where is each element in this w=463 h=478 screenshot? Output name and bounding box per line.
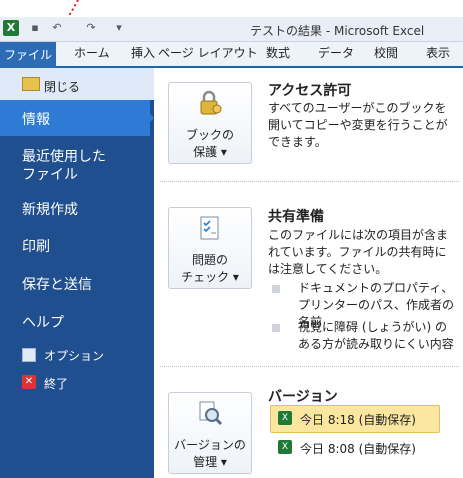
window-title: テストの結果 - Microsoft Excel — [250, 24, 425, 38]
permissions-title: アクセス許可 — [268, 83, 352, 99]
excel-app-icon[interactable]: X — [3, 20, 19, 36]
options-icon — [22, 348, 36, 362]
check-button-label-1: 問題の — [191, 253, 228, 267]
version-1[interactable]: 今日 8:18 (自動保存) — [300, 411, 416, 428]
nav-exit[interactable]: 終了 — [44, 375, 68, 392]
folder-icon — [22, 77, 40, 91]
magnifier-icon — [199, 401, 223, 426]
manage-versions-button[interactable]: バージョンの 管理 ▾ — [168, 392, 252, 474]
tab-insert[interactable]: 挿入 — [131, 44, 155, 61]
permissions-desc: すべてのユーザーがこのブックを開いてコピーや変更を行うことができます。 — [268, 101, 448, 149]
nav-save-send[interactable]: 保存と送信 — [22, 274, 92, 294]
bullet-square — [272, 324, 280, 332]
checklist-icon — [200, 216, 219, 240]
nav-options[interactable]: オプション — [44, 347, 104, 364]
nav-close[interactable]: 閉じる — [44, 78, 80, 95]
prepare-title: 共有準備 — [268, 209, 324, 225]
nav-recent-line1[interactable]: 最近使用した — [22, 146, 106, 166]
nav-print[interactable]: 印刷 — [22, 236, 50, 256]
tab-page-layout[interactable]: ページ レイアウト — [158, 44, 258, 61]
undo-icon[interactable]: ↶ — [50, 21, 64, 35]
tab-review[interactable]: 校閲 — [374, 44, 398, 61]
tab-home[interactable]: ホーム — [74, 44, 110, 61]
nav-new[interactable]: 新規作成 — [22, 199, 78, 219]
protect-workbook-button[interactable]: ブックの 保護 ▾ — [168, 82, 252, 164]
versions-button-label-2: 管理 ▾ — [193, 455, 227, 469]
redo-icon[interactable]: ↷ — [84, 21, 98, 35]
customize-qat-icon[interactable]: ▾ — [112, 21, 126, 35]
excel-file-icon: X — [278, 440, 292, 454]
tab-file[interactable]: ファイル — [0, 42, 56, 68]
nav-info[interactable]: 情報 — [22, 109, 50, 129]
prepare-bullet-2: 視覚に障碍 (しょうがい) のある方が読み取りにくい内容 — [298, 320, 454, 351]
excel-file-icon: X — [278, 411, 292, 425]
bullet-square — [272, 285, 280, 293]
version-2[interactable]: 今日 8:08 (自動保存) — [300, 440, 416, 457]
save-icon[interactable]: ▪ — [28, 21, 42, 35]
section-divider — [160, 366, 459, 367]
protect-button-label-2: 保護 ▾ — [193, 145, 227, 159]
lock-icon — [200, 90, 222, 115]
check-button-label-2: チェック ▾ — [181, 270, 239, 284]
prepare-desc: このファイルには次の項目が含まれています。ファイルの共有時には注意してください。 — [268, 228, 449, 276]
versions-title: バージョン — [268, 389, 338, 405]
nav-info-pointer — [144, 108, 154, 128]
exit-icon: ✕ — [22, 375, 36, 389]
versions-button-label-1: バージョンの — [174, 438, 246, 452]
check-issues-button[interactable]: 問題の チェック ▾ — [168, 207, 252, 289]
nav-recent-line2[interactable]: ファイル — [22, 164, 78, 184]
section-divider — [160, 181, 459, 182]
tab-view[interactable]: 表示 — [426, 44, 450, 61]
tab-formulas[interactable]: 数式 — [266, 44, 290, 61]
protect-button-label-1: ブックの — [185, 128, 234, 142]
nav-help[interactable]: ヘルプ — [22, 312, 64, 332]
tab-data[interactable]: データ — [318, 44, 354, 61]
